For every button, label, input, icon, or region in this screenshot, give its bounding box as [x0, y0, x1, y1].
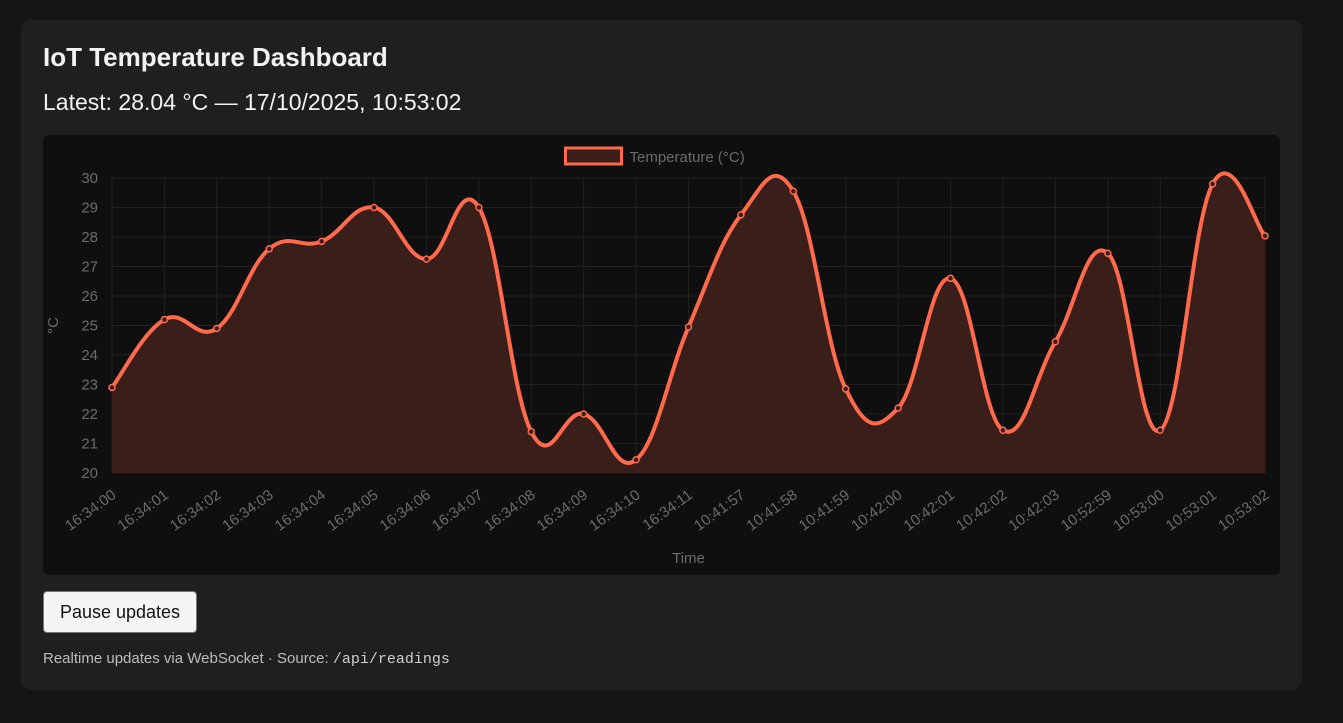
x-tick-label: 16:34:00: [62, 486, 119, 534]
data-point: [632, 455, 640, 464]
x-tick-label: 16:34:04: [272, 486, 329, 534]
x-axis-title: Time: [672, 550, 705, 567]
x-tick-label: 16:34:10: [586, 486, 643, 534]
x-tick-label: 10:53:01: [1163, 486, 1220, 534]
data-point: [370, 203, 378, 212]
data-point: [265, 245, 273, 253]
temperature-chart: 20 21 22 23 24 25 26 27 28 29 30 16:34:00 16:34:01 16…: [43, 135, 1280, 575]
footer-text: Realtime updates via WebSocket · Source:: [43, 650, 333, 667]
chart-canvas: 202122232425262728293016:34:0016:34:0116…: [45, 146, 1272, 567]
data-point: [1261, 232, 1269, 240]
data-point: [737, 211, 745, 219]
x-tick-label: 16:34:06: [377, 486, 434, 534]
x-tick-label: 10:41:59: [796, 486, 853, 534]
data-point: [475, 203, 483, 212]
data-point: [213, 324, 221, 333]
data-point: [527, 427, 536, 436]
data-point: [108, 383, 116, 392]
legend-label: Temperature (°C): [630, 149, 745, 166]
x-tick-label: 10:53:00: [1110, 486, 1167, 534]
x-tick-label: 16:34:03: [219, 486, 276, 534]
data-point: [684, 323, 693, 331]
y-tick-label: 30: [81, 170, 98, 187]
y-tick-label: 29: [81, 200, 98, 217]
y-tick-label: 23: [81, 377, 98, 394]
x-tick-label: 16:34:11: [640, 486, 696, 533]
x-tick-label: 10:53:02: [1215, 486, 1272, 534]
pause-updates-button[interactable]: Pause updates: [43, 591, 197, 633]
data-point: [160, 315, 169, 324]
footer-source: /api/readings: [332, 651, 450, 668]
page-title: IoT Temperature Dashboard: [43, 42, 388, 72]
data-point: [1208, 180, 1217, 188]
x-tick-label: 16:34:05: [324, 486, 381, 534]
y-axis-title: °C: [45, 317, 62, 334]
data-point: [1156, 426, 1164, 434]
footer-note: Realtime updates via WebSocket · Source:…: [43, 650, 450, 668]
x-tick-label: 10:42:03: [1005, 486, 1062, 534]
x-tick-label: 16:34:07: [429, 486, 486, 534]
y-tick-label: 27: [81, 259, 98, 276]
y-tick-label: 22: [81, 406, 98, 423]
y-tick-label: 28: [81, 229, 98, 246]
data-point: [1104, 249, 1112, 257]
data-point: [422, 255, 431, 263]
dashboard-card: IoT Temperature Dashboard Latest: 28.04 …: [21, 20, 1302, 690]
y-tick-label: 26: [81, 288, 98, 305]
data-point: [579, 410, 588, 418]
y-tick-label: 24: [81, 347, 98, 364]
data-point: [946, 274, 955, 283]
x-tick-label: 10:52:59: [1058, 486, 1115, 534]
data-point: [317, 237, 326, 246]
x-tick-label: 10:42:01: [901, 486, 958, 534]
data-point: [894, 404, 902, 412]
y-tick-label: 25: [81, 318, 98, 335]
x-tick-label: 10:42:00: [848, 486, 905, 534]
data-point: [1051, 337, 1060, 346]
legend-swatch: [564, 146, 623, 166]
data-point: [841, 385, 850, 393]
x-tick-label: 16:34:08: [481, 486, 538, 534]
y-tick-label: 21: [81, 436, 98, 453]
x-tick-label: 16:34:09: [534, 486, 591, 534]
data-point: [789, 187, 798, 196]
x-tick-label: 10:41:58: [743, 486, 800, 534]
x-tick-label: 16:34:01: [115, 486, 172, 534]
y-tick-label: 20: [81, 465, 98, 482]
x-tick-label: 10:41:57: [691, 486, 748, 534]
latest-reading: Latest: 28.04 °C — 17/10/2025, 10:53:02: [43, 89, 462, 115]
x-tick-label: 10:42:02: [953, 486, 1010, 534]
data-point: [999, 426, 1007, 434]
x-tick-label: 16:34:02: [167, 486, 224, 534]
